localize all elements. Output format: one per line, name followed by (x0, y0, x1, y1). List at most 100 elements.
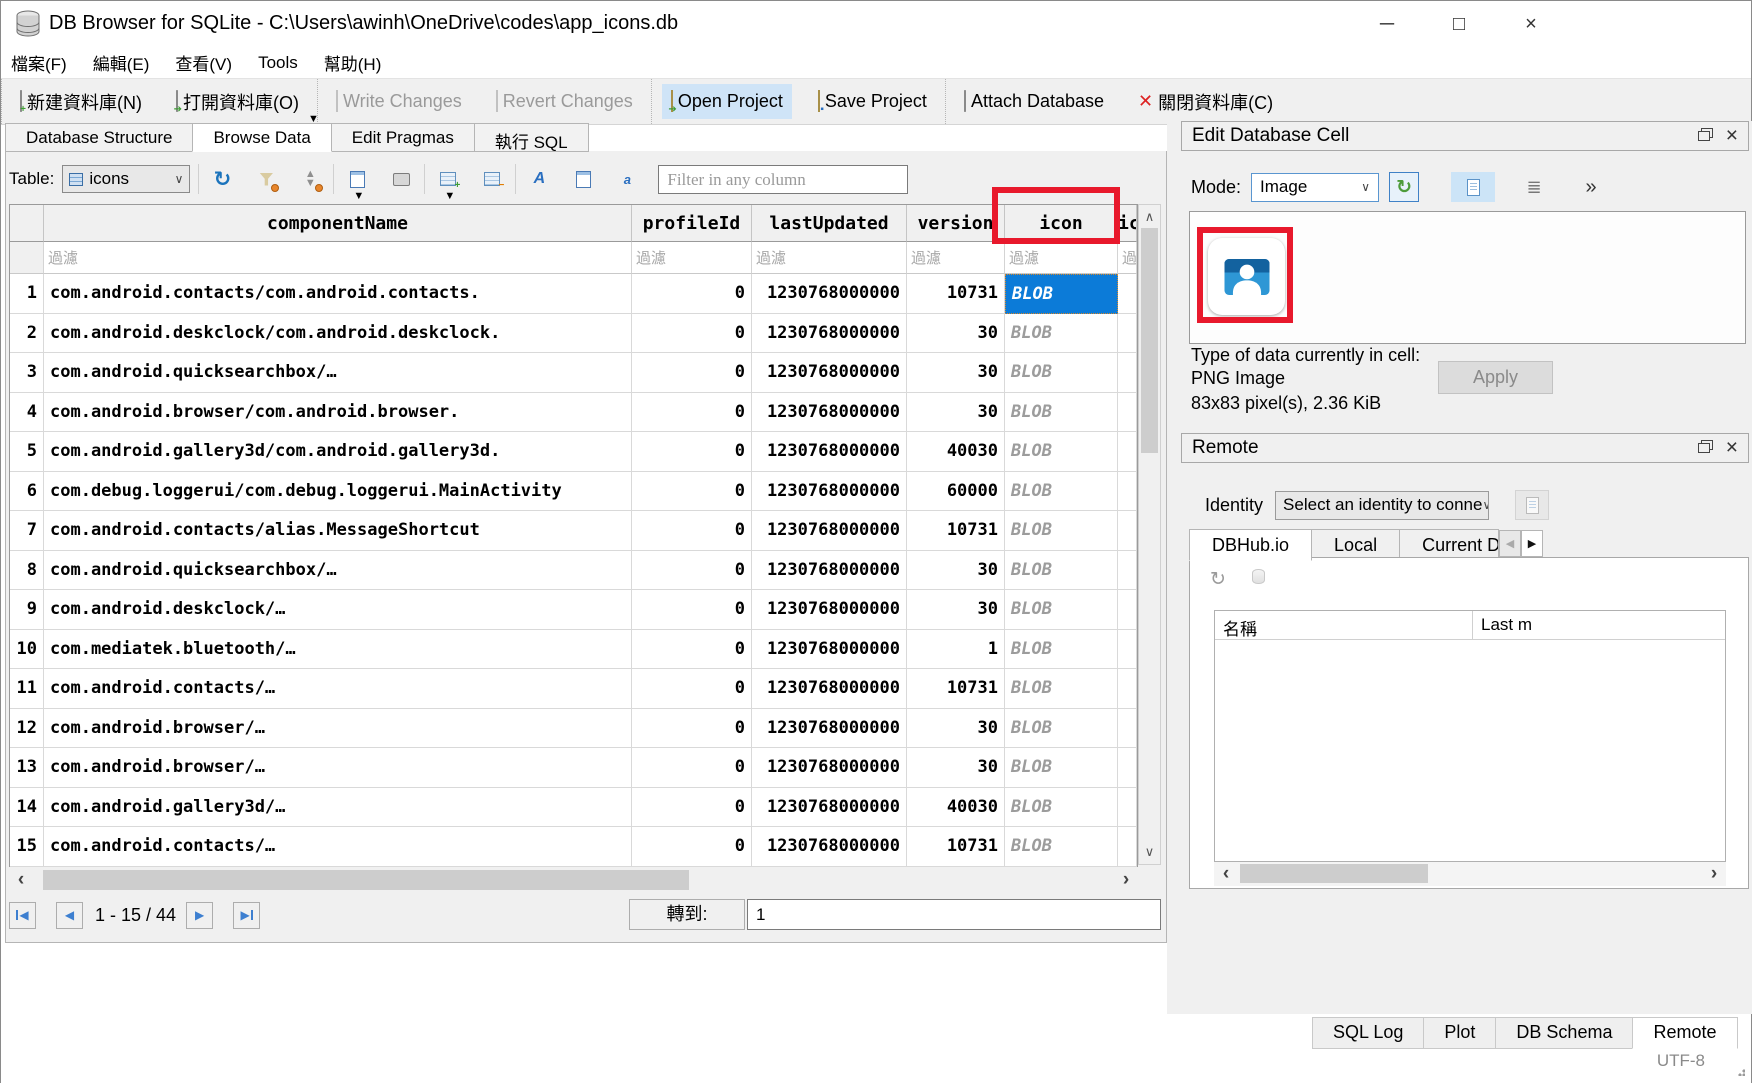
filter-profileId[interactable]: 過濾 (632, 242, 752, 274)
tab-execute-sql[interactable]: 執行 SQL (474, 123, 589, 152)
cell-profileId[interactable]: 0 (632, 274, 752, 314)
table-row[interactable]: 1com.android.contacts/com.android.contac… (10, 274, 1137, 314)
export-data-button[interactable] (1451, 172, 1495, 202)
scroll-up-icon[interactable]: ∧ (1139, 209, 1160, 225)
print-button[interactable] (386, 164, 416, 194)
cell-version[interactable]: 10731 (907, 669, 1005, 709)
table-row[interactable]: 9com.android.deskclock/…0123076800000030… (10, 590, 1137, 630)
maximize-button[interactable]: □ (1436, 9, 1482, 39)
word-wrap-button[interactable]: ≣ (1519, 172, 1549, 202)
table-row[interactable]: 11com.android.contacts/…0123076800000010… (10, 669, 1137, 709)
cell-icon-blob[interactable]: BLOB (1005, 669, 1118, 709)
filter-componentName[interactable]: 過濾 (44, 242, 632, 274)
cell-partial[interactable] (1118, 314, 1137, 354)
save-results-button[interactable]: ▼ (342, 164, 372, 194)
cell-icon-blob[interactable]: BLOB (1005, 788, 1118, 828)
menu-tools[interactable]: Tools (258, 53, 298, 73)
cell-componentName[interactable]: com.android.browser/… (44, 748, 632, 788)
cell-profileId[interactable]: 0 (632, 788, 752, 828)
cell-icon-blob[interactable]: BLOB (1005, 274, 1118, 314)
clear-filters-button[interactable] (251, 164, 281, 194)
cell-icon-blob[interactable]: BLOB (1005, 393, 1118, 433)
col-profileId[interactable]: profileId (632, 205, 752, 242)
cell-lastUpdated[interactable]: 1230768000000 (752, 432, 907, 472)
write-changes-button[interactable]: Write Changes (328, 85, 470, 118)
cell-componentName[interactable]: com.android.contacts/alias.MessageShortc… (44, 511, 632, 551)
cell-componentName[interactable]: com.android.browser/… (44, 709, 632, 749)
cell-lastUpdated[interactable]: 1230768000000 (752, 630, 907, 670)
menu-view[interactable]: 查看(V) (175, 50, 232, 75)
find-in-cells-button[interactable] (568, 164, 598, 194)
cell-profileId[interactable]: 0 (632, 551, 752, 591)
col-componentName[interactable]: componentName (44, 205, 632, 242)
cell-profileId[interactable]: 0 (632, 709, 752, 749)
cell-lastUpdated[interactable]: 1230768000000 (752, 274, 907, 314)
cell-profileId[interactable]: 0 (632, 827, 752, 867)
remote-panel-title[interactable]: Remote × (1181, 433, 1749, 463)
cell-version[interactable]: 60000 (907, 472, 1005, 512)
close-panel-icon[interactable]: × (1726, 438, 1738, 458)
cell-icon-blob[interactable]: BLOB (1005, 551, 1118, 591)
cell-version[interactable]: 40030 (907, 432, 1005, 472)
cell-componentName[interactable]: com.mediatek.bluetooth/… (44, 630, 632, 670)
cell-profileId[interactable]: 0 (632, 590, 752, 630)
more-tools-button[interactable]: » (1575, 172, 1605, 202)
first-page-button[interactable]: ◀ (9, 902, 36, 929)
table-row[interactable]: 8com.android.quicksearchbox/…01230768000… (10, 551, 1137, 591)
cell-lastUpdated[interactable]: 1230768000000 (752, 511, 907, 551)
col-partial[interactable]: ic (1118, 205, 1137, 242)
tab-scroll-left-icon[interactable]: ◀ (1499, 530, 1521, 557)
remote-horizontal-scrollbar[interactable]: ‹ › (1214, 862, 1726, 886)
cell-partial[interactable] (1118, 511, 1137, 551)
cell-icon-blob[interactable]: BLOB (1005, 590, 1118, 630)
minimize-button[interactable]: ─ (1364, 9, 1410, 39)
cell-icon-blob[interactable]: BLOB (1005, 630, 1118, 670)
tab-edit-pragmas[interactable]: Edit Pragmas (331, 123, 475, 152)
cell-icon-blob[interactable]: BLOB (1005, 709, 1118, 749)
cell-profileId[interactable]: 0 (632, 669, 752, 709)
tab-remote[interactable]: Remote (1632, 1017, 1737, 1049)
next-page-button[interactable]: ▶ (186, 902, 213, 929)
cell-icon-blob[interactable]: BLOB (1005, 472, 1118, 512)
table-row[interactable]: 3com.android.quicksearchbox/…01230768000… (10, 353, 1137, 393)
table-row[interactable]: 13com.android.browser/…0123076800000030B… (10, 748, 1137, 788)
tab-database-structure[interactable]: Database Structure (5, 123, 193, 152)
cell-profileId[interactable]: 0 (632, 748, 752, 788)
cell-partial[interactable] (1118, 709, 1137, 749)
table-row[interactable]: 14com.android.gallery3d/…012307680000004… (10, 788, 1137, 828)
cell-version[interactable]: 30 (907, 551, 1005, 591)
filter-version[interactable]: 過濾 (907, 242, 1005, 274)
resize-grip-icon[interactable] (1735, 1066, 1745, 1076)
cell-lastUpdated[interactable]: 1230768000000 (752, 709, 907, 749)
cell-lastUpdated[interactable]: 1230768000000 (752, 472, 907, 512)
cell-profileId[interactable]: 0 (632, 314, 752, 354)
cell-partial[interactable] (1118, 590, 1137, 630)
cell-partial[interactable] (1118, 748, 1137, 788)
menu-help[interactable]: 幫助(H) (324, 50, 382, 75)
horizontal-scrollbar[interactable]: ‹ › (9, 867, 1138, 893)
scroll-right-icon[interactable]: › (1114, 869, 1138, 891)
open-project-button[interactable]: ➔ Open Project (662, 84, 792, 119)
menu-edit[interactable]: 編輯(E) (93, 50, 150, 75)
cell-icon-blob[interactable]: BLOB (1005, 314, 1118, 354)
cell-componentName[interactable]: com.android.contacts/… (44, 827, 632, 867)
cell-partial[interactable] (1118, 472, 1137, 512)
cell-version[interactable]: 30 (907, 393, 1005, 433)
cell-componentName[interactable]: com.android.gallery3d/… (44, 788, 632, 828)
identity-selector[interactable]: Select an identity to conne ∨ (1275, 491, 1489, 520)
cell-version[interactable]: 30 (907, 709, 1005, 749)
col-version[interactable]: version (907, 205, 1005, 242)
cell-version[interactable]: 30 (907, 748, 1005, 788)
table-row[interactable]: 6com.debug.loggerui/com.debug.loggerui.M… (10, 472, 1137, 512)
cell-icon-blob[interactable]: BLOB (1005, 432, 1118, 472)
cell-profileId[interactable]: 0 (632, 630, 752, 670)
prev-page-button[interactable]: ◀ (56, 902, 83, 929)
cell-partial[interactable] (1118, 827, 1137, 867)
filter-any-column-input[interactable]: Filter in any column (658, 165, 908, 194)
table-row[interactable]: 15com.android.contacts/…0123076800000010… (10, 827, 1137, 867)
col-lastUpdated[interactable]: lastUpdated (752, 205, 907, 242)
cell-partial[interactable] (1118, 353, 1137, 393)
tab-scroll-right-icon[interactable]: ▶ (1521, 530, 1543, 557)
float-panel-icon[interactable] (1698, 131, 1710, 141)
cell-componentName[interactable]: com.android.browser/com.android.browser. (44, 393, 632, 433)
